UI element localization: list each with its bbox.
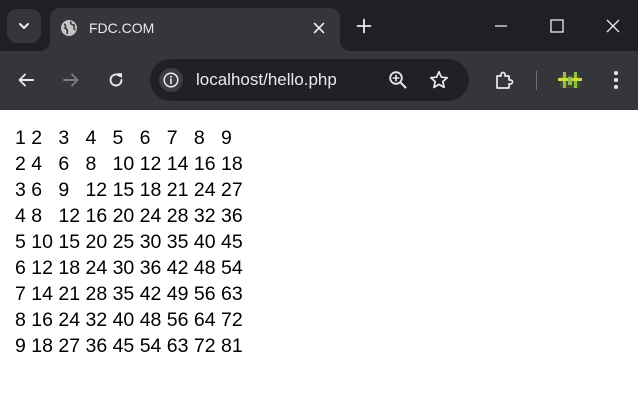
- globe-icon: [60, 19, 78, 37]
- extensions-button[interactable]: [488, 64, 520, 96]
- url-text[interactable]: localhost/hello.php: [196, 70, 337, 90]
- bookmark-button[interactable]: [428, 69, 450, 91]
- page-content: 1 2 3 4 5 6 7 8 9 2 4 6 8 10 12 14 16 18…: [0, 110, 638, 416]
- new-tab-button[interactable]: [351, 13, 377, 39]
- tab-title: FDC.COM: [89, 20, 155, 36]
- table-row: 1 2 3 4 5 6 7 8 9: [15, 127, 232, 149]
- close-icon: [606, 19, 620, 33]
- menu-button[interactable]: [600, 64, 632, 96]
- chevron-down-icon: [17, 19, 31, 33]
- close-icon: [313, 22, 325, 34]
- tab-strip: FDC.COM: [0, 0, 638, 51]
- multiplication-table: 1 2 3 4 5 6 7 8 9 2 4 6 8 10 12 14 16 18…: [15, 125, 243, 359]
- table-row: 8 16 24 32 40 48 56 64 72: [15, 309, 243, 331]
- tab-search-button[interactable]: [7, 9, 41, 43]
- reload-icon: [107, 71, 125, 89]
- table-row: 2 4 6 8 10 12 14 16 18: [15, 153, 243, 175]
- minimize-icon: [494, 19, 508, 33]
- table-row: 5 10 15 20 25 30 35 40 45: [15, 231, 243, 253]
- maximize-icon: [550, 19, 564, 33]
- star-icon: [429, 70, 449, 90]
- plus-icon: [356, 18, 372, 34]
- back-button[interactable]: [10, 64, 42, 96]
- forward-button[interactable]: [55, 64, 87, 96]
- extension-badge-icon: [557, 69, 583, 91]
- active-tab[interactable]: FDC.COM: [50, 8, 340, 51]
- maximize-button[interactable]: [534, 8, 580, 44]
- toolbar: localhost/hello.php: [0, 51, 638, 110]
- tab-close-button[interactable]: [308, 17, 330, 39]
- table-row: 7 14 21 28 35 42 49 56 63: [15, 283, 243, 305]
- info-icon: [163, 72, 179, 88]
- arrow-right-icon: [62, 71, 80, 89]
- extension-badge-button[interactable]: [554, 64, 586, 96]
- address-bar[interactable]: localhost/hello.php: [150, 59, 469, 101]
- reload-button[interactable]: [100, 64, 132, 96]
- browser-window: FDC.COM localhost/hello.php 1 2 3 4 5 6 …: [0, 0, 638, 416]
- table-row: 9 18 27 36 45 54 63 72 81: [15, 335, 243, 357]
- window-close-button[interactable]: [590, 8, 636, 44]
- arrow-left-icon: [17, 71, 35, 89]
- puzzle-icon: [494, 70, 514, 90]
- table-row: 3 6 9 12 15 18 21 24 27: [15, 179, 243, 201]
- table-row: 4 8 12 16 20 24 28 32 36: [15, 205, 243, 227]
- more-vert-icon: [613, 70, 619, 90]
- site-info-button[interactable]: [159, 68, 183, 92]
- minimize-button[interactable]: [478, 8, 524, 44]
- toolbar-divider: [536, 71, 537, 90]
- zoom-in-icon: [388, 70, 408, 90]
- table-row: 6 12 18 24 30 36 42 48 54: [15, 257, 243, 279]
- zoom-button[interactable]: [387, 69, 409, 91]
